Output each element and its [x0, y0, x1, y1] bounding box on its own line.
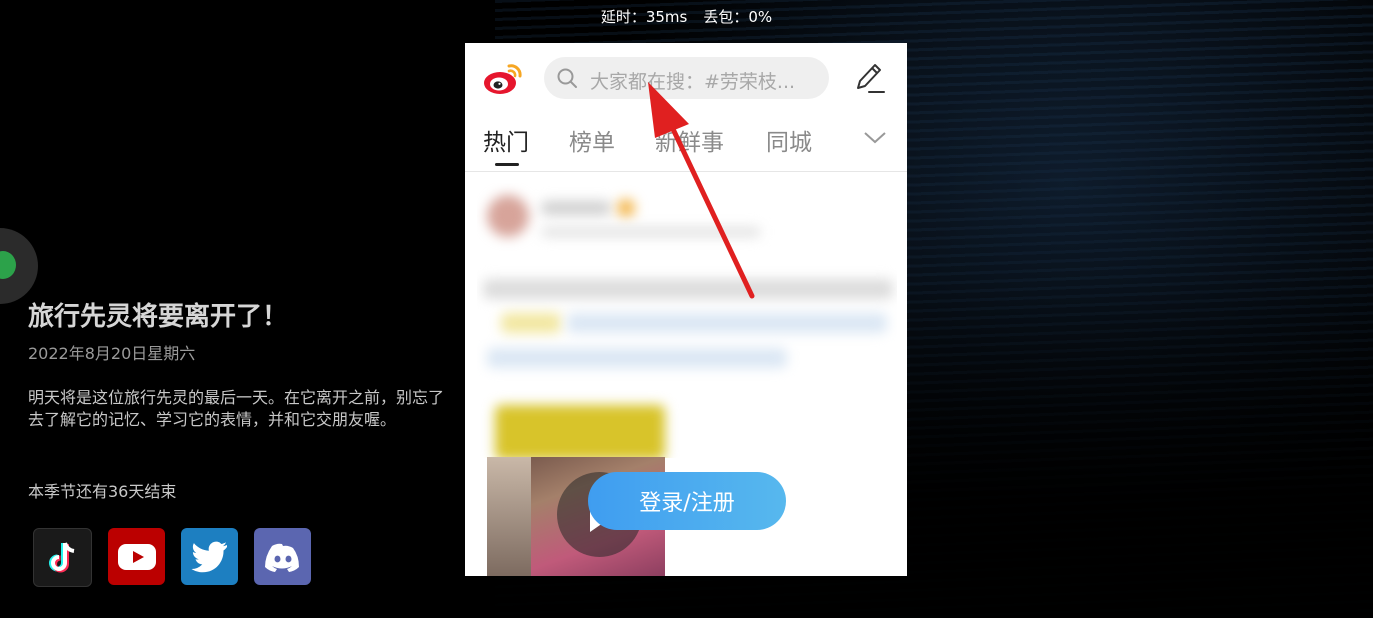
- search-bar[interactable]: 大家都在搜：#劳荣枝...: [544, 57, 829, 99]
- login-register-button[interactable]: 登录/注册: [588, 472, 786, 530]
- avatar: [487, 195, 529, 237]
- link-line-blur: [567, 313, 887, 333]
- season-remaining: 本季节还有36天结束: [28, 482, 177, 501]
- youtube-icon[interactable]: [108, 528, 165, 585]
- active-tab-indicator: [495, 163, 519, 166]
- packet-loss-text: 丢包：0%: [703, 8, 773, 26]
- username-blur: [541, 201, 611, 215]
- highlight-blur: [501, 313, 561, 333]
- latency-text: 延时：35ms: [600, 8, 688, 26]
- social-links: [33, 528, 311, 587]
- event-date: 2022年8月20日星期六: [28, 344, 196, 363]
- meta-blur: [541, 227, 761, 237]
- search-icon: [557, 68, 577, 88]
- twitter-icon[interactable]: [181, 528, 238, 585]
- network-stats: 延时：35ms 丢包：0%: [0, 6, 1373, 27]
- event-title: 旅行先灵将要离开了！: [28, 302, 289, 332]
- tab-ranking[interactable]: 榜单: [569, 123, 615, 157]
- tab-local[interactable]: 同城: [766, 123, 812, 157]
- event-description: 明天将是这位旅行先灵的最后一天。在它离开之前，别忘了去了解它的记忆、学习它的表情…: [28, 388, 445, 429]
- feed-tabs: 热门 榜单 新鲜事 同城: [465, 123, 907, 171]
- badge-icon: [617, 199, 635, 217]
- link-line-blur-2: [487, 348, 787, 368]
- discord-icon[interactable]: [254, 528, 311, 585]
- tab-hot[interactable]: 热门: [483, 123, 529, 157]
- search-placeholder: 大家都在搜：#劳荣枝...: [590, 71, 796, 93]
- tab-fresh[interactable]: 新鲜事: [655, 123, 724, 157]
- text-line-blur: [483, 279, 893, 299]
- compose-icon[interactable]: [852, 60, 886, 96]
- weibo-mobile-window: 大家都在搜：#劳荣枝... 热门 榜单 新鲜事 同城 登录/注册: [465, 43, 907, 576]
- tiktok-icon[interactable]: [33, 528, 92, 587]
- chevron-down-icon[interactable]: [863, 129, 887, 145]
- tabs-divider: [465, 171, 907, 172]
- blurred-feed-post: [477, 183, 897, 458]
- image-blur: [495, 405, 665, 458]
- weibo-logo-icon[interactable]: [483, 61, 523, 95]
